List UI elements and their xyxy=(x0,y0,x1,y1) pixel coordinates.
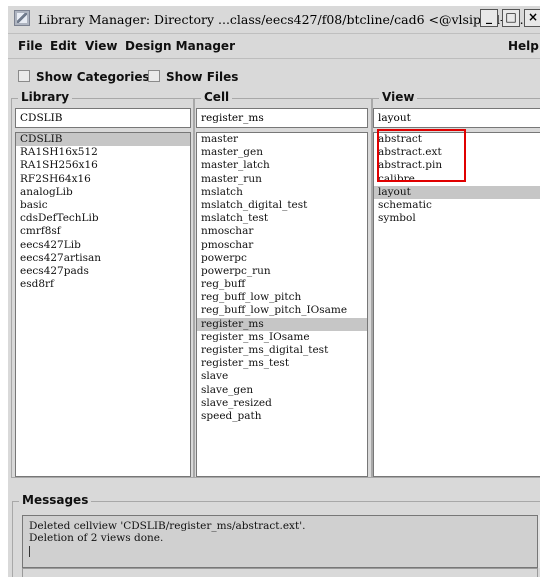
cell-label: Cell xyxy=(201,90,233,104)
list-item[interactable]: layout xyxy=(374,185,540,199)
list-item[interactable]: basic xyxy=(16,199,190,212)
list-item[interactable]: RA1SH256x16 xyxy=(16,159,190,172)
list-item[interactable]: RA1SH16x512 xyxy=(16,146,190,159)
list-item[interactable]: RF2SH64x16 xyxy=(16,173,190,186)
library-label: Library xyxy=(18,90,73,104)
list-item[interactable]: slave xyxy=(197,370,367,383)
menu-edit[interactable]: Edit xyxy=(50,39,77,53)
list-item[interactable]: reg_buff_low_pitch xyxy=(197,291,367,304)
list-item[interactable]: register_ms_IOsame xyxy=(197,331,367,344)
minimize-button[interactable]: _ xyxy=(480,9,498,27)
text-cursor-icon xyxy=(29,546,30,557)
annotation-highlight-box xyxy=(377,129,466,182)
list-item[interactable]: master_gen xyxy=(197,146,367,159)
list-item[interactable]: pmoschar xyxy=(197,239,367,252)
menu-design-manager[interactable]: Design Manager xyxy=(125,39,235,53)
show-files-label: Show Files xyxy=(166,70,239,84)
library-input[interactable]: CDSLIB xyxy=(15,108,191,128)
menu-file[interactable]: File xyxy=(18,39,43,53)
message-line: Deletion of 2 views done. xyxy=(29,532,164,544)
list-item[interactable]: master_run xyxy=(197,173,367,186)
window-title: Library Manager: Directory ...class/eecs… xyxy=(38,12,540,27)
list-item[interactable]: register_ms_test xyxy=(197,357,367,370)
message-line: Deleted cellview 'CDSLIB/register_ms/abs… xyxy=(29,520,306,532)
close-button[interactable]: × xyxy=(524,9,540,27)
list-item[interactable]: nmoschar xyxy=(197,225,367,238)
show-categories-checkbox[interactable] xyxy=(18,70,30,82)
list-item[interactable]: master_latch xyxy=(197,159,367,172)
menu-help[interactable]: Help xyxy=(508,39,539,53)
list-item[interactable]: reg_buff xyxy=(197,278,367,291)
show-files-checkbox[interactable] xyxy=(148,70,160,82)
list-item[interactable]: powerpc xyxy=(197,252,367,265)
list-item[interactable]: cdsDefTechLib xyxy=(16,212,190,225)
list-item[interactable]: eecs427artisan xyxy=(16,252,190,265)
cell-list[interactable]: master master_gen master_latch master_ru… xyxy=(196,132,368,477)
messages-area[interactable]: Deleted cellview 'CDSLIB/register_ms/abs… xyxy=(22,515,538,568)
window-menu-icon[interactable] xyxy=(14,10,30,26)
list-item[interactable]: speed_path xyxy=(197,410,367,423)
title-bar[interactable]: Library Manager: Directory ...class/eecs… xyxy=(8,6,540,34)
messages-horizontal-scrollbar[interactable] xyxy=(22,568,538,577)
cell-input[interactable]: register_ms xyxy=(196,108,368,128)
list-item[interactable]: mslatch_digital_test xyxy=(197,199,367,212)
show-files-toggle[interactable]: Show Files xyxy=(148,70,238,84)
menu-view[interactable]: View xyxy=(85,39,117,53)
list-item[interactable]: mslatch_test xyxy=(197,212,367,225)
list-item[interactable]: eecs427Lib xyxy=(16,239,190,252)
library-manager-window: Library Manager: Directory ...class/eecs… xyxy=(7,5,540,577)
list-item[interactable]: esd8rf xyxy=(16,278,190,291)
menu-bar: File Edit View Design Manager Help xyxy=(8,34,540,59)
view-list[interactable]: abstract abstract.ext abstract.pin calib… xyxy=(373,132,540,477)
list-item[interactable]: eecs427pads xyxy=(16,265,190,278)
view-label: View xyxy=(379,90,418,104)
list-item[interactable]: CDSLIB xyxy=(16,133,190,147)
list-item[interactable]: slave_gen xyxy=(197,384,367,397)
list-item[interactable]: reg_buff_low_pitch_IOsame xyxy=(197,304,367,317)
list-item[interactable]: register_ms xyxy=(197,317,367,331)
list-item[interactable]: schematic xyxy=(374,199,540,212)
show-categories-toggle[interactable]: Show Categories xyxy=(18,70,150,84)
list-item[interactable]: slave_resized xyxy=(197,397,367,410)
list-item[interactable]: register_ms_digital_test xyxy=(197,344,367,357)
library-list[interactable]: CDSLIB RA1SH16x512 RA1SH256x16 RF2SH64x1… xyxy=(15,132,191,477)
messages-label: Messages xyxy=(19,493,92,507)
list-item[interactable]: symbol xyxy=(374,212,540,225)
show-categories-label: Show Categories xyxy=(36,70,150,84)
view-input[interactable]: layout xyxy=(373,108,540,128)
list-item[interactable]: analogLib xyxy=(16,186,190,199)
list-item[interactable]: mslatch xyxy=(197,186,367,199)
list-item[interactable]: powerpc_run xyxy=(197,265,367,278)
list-item[interactable]: master xyxy=(197,133,367,146)
maximize-button[interactable]: □ xyxy=(502,9,520,27)
list-item[interactable]: cmrf8sf xyxy=(16,225,190,238)
